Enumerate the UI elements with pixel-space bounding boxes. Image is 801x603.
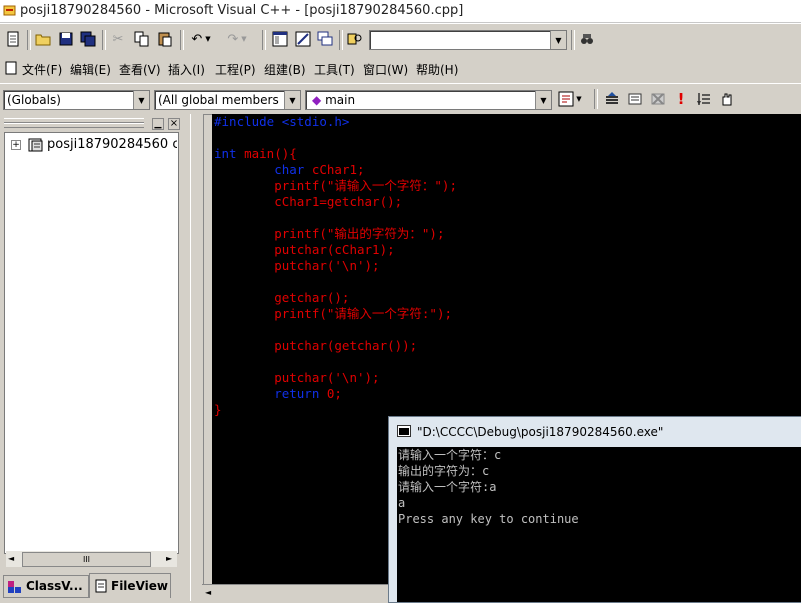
menu-window[interactable]: 窗口(W) bbox=[363, 61, 408, 78]
menu-file[interactable]: 文件(F) bbox=[22, 61, 62, 78]
find-binoculars-icon[interactable] bbox=[577, 29, 597, 49]
code-line: } bbox=[214, 402, 222, 417]
console-line: 请输入一个字符:a bbox=[398, 480, 497, 494]
chevron-down-icon[interactable]: ▼ bbox=[535, 91, 551, 109]
console-title: "D:\CCCC\Debug\posji18790284560.exe" bbox=[417, 425, 664, 439]
save-all-icon[interactable] bbox=[78, 29, 98, 49]
window-list-icon[interactable] bbox=[315, 29, 335, 49]
code-line: printf("请输入一个字符："); bbox=[214, 178, 457, 193]
menu-bar: 文件(F) 编辑(E) 查看(V) 插入(I) 工程(P) 组建(B) 工具(T… bbox=[0, 56, 801, 82]
editor-horizontal-scrollbar[interactable]: ◄ bbox=[202, 584, 388, 602]
scroll-right-icon[interactable]: ► bbox=[166, 554, 172, 563]
classview-icon bbox=[7, 580, 23, 597]
menu-insert[interactable]: 插入(I) bbox=[168, 61, 205, 78]
wizard-action-icon[interactable]: ▼ bbox=[555, 89, 585, 109]
console-line: 请输入一个字符：c bbox=[398, 448, 502, 462]
function-diamond-icon: ◆ bbox=[312, 93, 322, 107]
tab-fileview[interactable]: FileView bbox=[89, 573, 171, 598]
app-icon bbox=[3, 5, 16, 16]
console-icon bbox=[397, 425, 411, 440]
horizontal-scrollbar[interactable]: ◄ III ► bbox=[6, 551, 177, 567]
open-folder-icon[interactable] bbox=[33, 29, 53, 49]
tree-root-label[interactable]: posji18790284560 c bbox=[47, 137, 177, 152]
panel-restore-icon[interactable]: ▁ bbox=[152, 118, 164, 130]
close-icon[interactable]: × bbox=[168, 118, 180, 130]
copy-icon[interactable] bbox=[132, 29, 152, 49]
execute-icon[interactable]: ! bbox=[671, 89, 691, 109]
code-line: return 0; bbox=[214, 386, 342, 401]
go-debug-icon[interactable] bbox=[694, 89, 714, 109]
members-combo[interactable]: (All global members ▼ bbox=[154, 90, 301, 110]
scope-combo[interactable]: (Globals) ▼ bbox=[3, 90, 150, 110]
redo-icon[interactable]: ↷ ▼ bbox=[222, 29, 252, 49]
build-icon[interactable] bbox=[625, 89, 645, 109]
console-line: 输出的字符为：c bbox=[398, 464, 490, 478]
project-icon bbox=[28, 137, 44, 156]
code-line: putchar('\n'); bbox=[214, 258, 380, 273]
undo-icon[interactable]: ↶ ▼ bbox=[186, 29, 216, 49]
window-title: posji18790284560 - Microsoft Visual C++ … bbox=[20, 3, 464, 18]
wizard-bar: (Globals) ▼ (All global members ▼ ◆ main… bbox=[0, 83, 801, 115]
paste-icon[interactable] bbox=[155, 29, 175, 49]
chevron-down-icon[interactable]: ▼ bbox=[133, 91, 149, 109]
panel-splitter[interactable] bbox=[190, 114, 204, 601]
console-output: 请输入一个字符：c 输出的字符为：c 请输入一个字符:a a Press any… bbox=[397, 447, 801, 602]
code-line: putchar(cChar1); bbox=[214, 242, 395, 257]
stop-build-icon[interactable] bbox=[648, 89, 668, 109]
menu-edit[interactable]: 编辑(E) bbox=[70, 61, 111, 78]
find-combo[interactable]: ▼ bbox=[369, 30, 567, 50]
output-window-icon[interactable] bbox=[293, 29, 313, 49]
standard-toolbar: ✂ ↶ ▼ ↷ ▼ ▼ bbox=[0, 23, 801, 57]
code-line: cChar1=getchar(); bbox=[214, 194, 403, 209]
function-value: main bbox=[325, 93, 356, 107]
fileview-icon bbox=[94, 579, 108, 596]
menu-project[interactable]: 工程(P) bbox=[215, 61, 256, 78]
title-bar: posji18790284560 - Microsoft Visual C++ … bbox=[0, 0, 801, 23]
scroll-thumb[interactable]: III bbox=[22, 552, 151, 567]
code-line: putchar(getchar()); bbox=[214, 338, 418, 353]
function-combo[interactable]: ◆ main ▼ bbox=[305, 90, 552, 110]
code-line: printf("请输入一个字符:"); bbox=[214, 306, 453, 321]
code-line: int main(){ bbox=[214, 146, 297, 161]
save-icon[interactable] bbox=[56, 29, 76, 49]
menu-tools[interactable]: 工具(T) bbox=[314, 61, 355, 78]
menu-build[interactable]: 组建(B) bbox=[264, 61, 306, 78]
chevron-down-icon[interactable]: ▼ bbox=[550, 31, 566, 49]
code-line: char cChar1; bbox=[214, 162, 365, 177]
cut-icon[interactable]: ✂ bbox=[108, 29, 128, 49]
code-line: getchar(); bbox=[214, 290, 350, 305]
code-line: printf("输出的字符为："); bbox=[214, 226, 445, 241]
breakpoint-hand-icon[interactable] bbox=[717, 89, 737, 109]
document-icon bbox=[1, 58, 21, 78]
scope-value: (Globals) bbox=[7, 93, 61, 107]
find-in-files-icon[interactable] bbox=[345, 29, 365, 49]
workspace-window-icon[interactable] bbox=[270, 29, 290, 49]
chevron-down-icon[interactable]: ▼ bbox=[284, 91, 300, 109]
menu-help[interactable]: 帮助(H) bbox=[416, 61, 458, 78]
code-line: putchar('\n'); bbox=[214, 370, 380, 385]
members-value: (All global members bbox=[158, 93, 279, 107]
scroll-left-icon[interactable]: ◄ bbox=[205, 588, 211, 597]
new-text-file-icon[interactable] bbox=[3, 29, 23, 49]
tab-classview[interactable]: ClassV... bbox=[3, 575, 89, 598]
compile-icon[interactable] bbox=[602, 89, 622, 109]
console-window[interactable]: "D:\CCCC\Debug\posji18790284560.exe" 请输入… bbox=[388, 416, 801, 603]
menu-view[interactable]: 查看(V) bbox=[119, 61, 161, 78]
console-line: a bbox=[398, 496, 406, 510]
console-line: Press any key to continue bbox=[398, 512, 579, 526]
code-line: #include <stdio.h> bbox=[214, 114, 350, 129]
scroll-left-icon[interactable]: ◄ bbox=[8, 554, 14, 563]
file-tree: + posji18790284560 c ◄ III ► bbox=[4, 132, 179, 567]
expand-icon[interactable]: + bbox=[11, 140, 21, 150]
